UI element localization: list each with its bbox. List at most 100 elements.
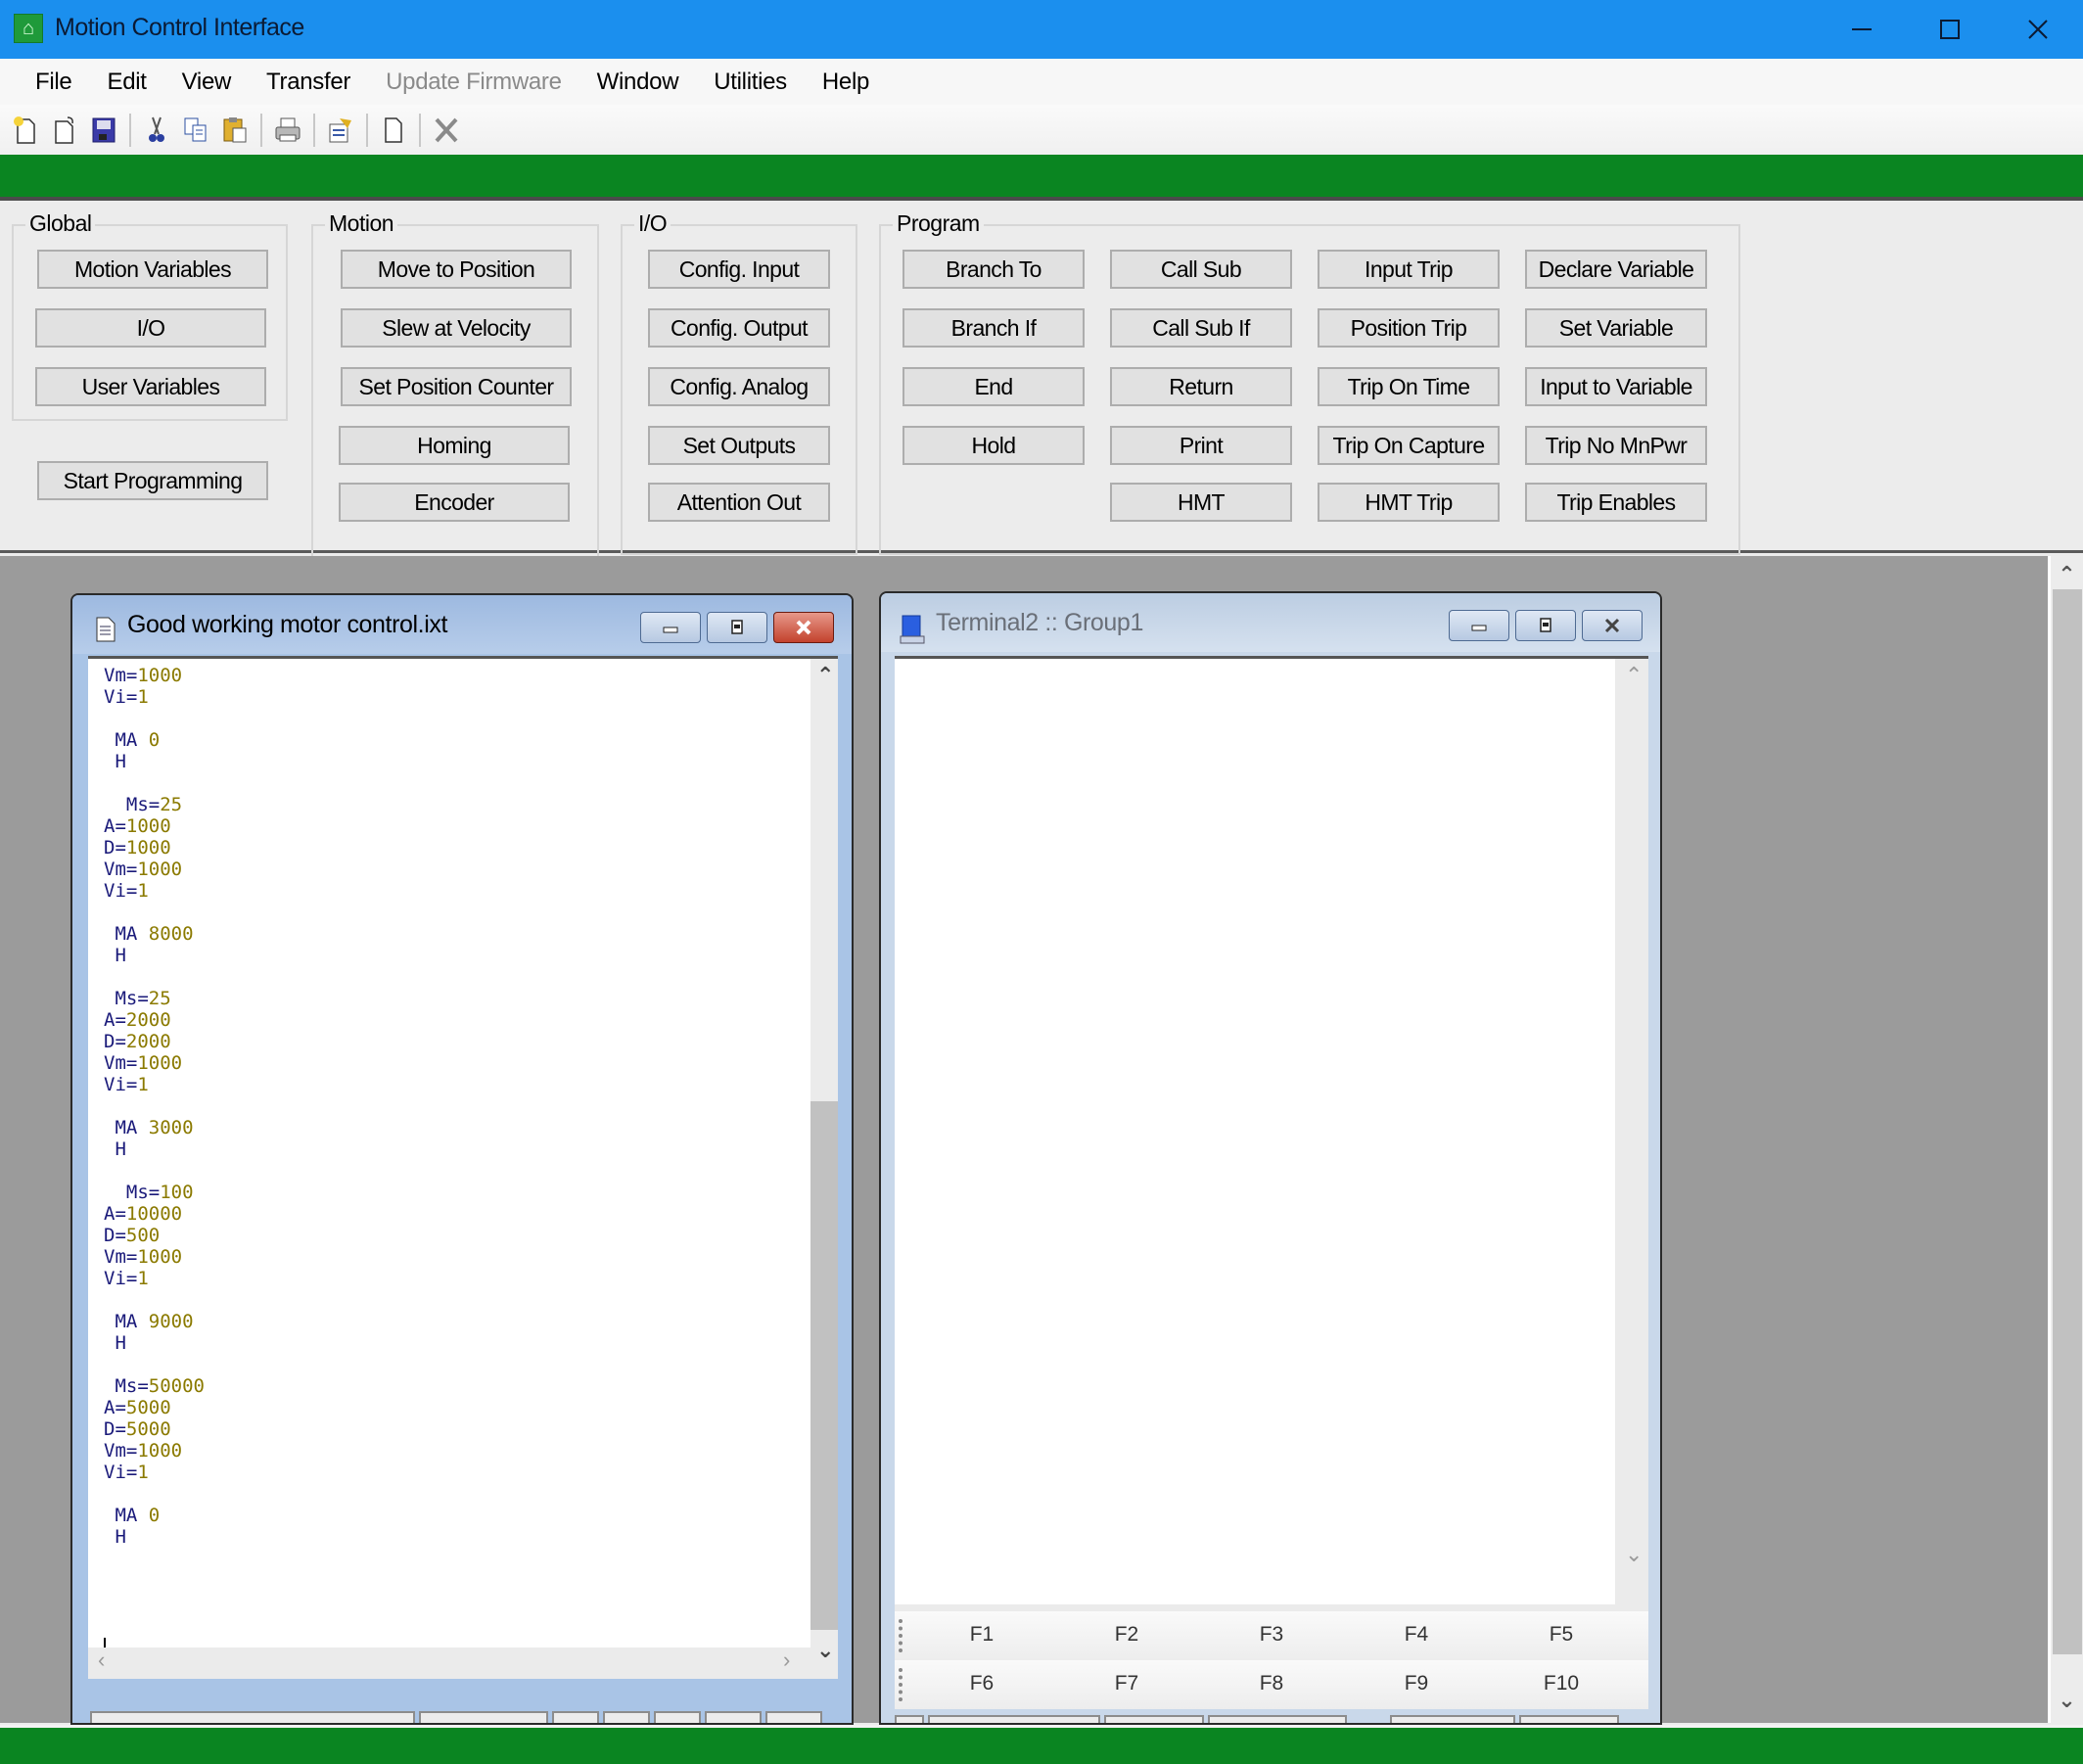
save-button[interactable] <box>84 111 123 150</box>
scroll-down-icon[interactable]: ⌄ <box>816 1638 834 1663</box>
toolbar-grip[interactable] <box>899 1668 903 1701</box>
blank-page-button[interactable] <box>374 111 413 150</box>
menu-window[interactable]: Window <box>579 69 697 96</box>
f2-key[interactable]: F2 <box>1092 1623 1161 1647</box>
terminal-close-button[interactable] <box>1582 610 1643 641</box>
open-file-button[interactable] <box>45 111 84 150</box>
hmt-button[interactable]: HMT <box>1110 483 1292 522</box>
maximize-button[interactable] <box>1905 0 1995 59</box>
f5-key[interactable]: F5 <box>1527 1623 1596 1647</box>
declare-variable-button[interactable]: Declare Variable <box>1525 250 1707 289</box>
menu-file[interactable]: File <box>18 69 89 96</box>
f3-key[interactable]: F3 <box>1237 1623 1306 1647</box>
cut-button[interactable] <box>137 111 176 150</box>
menu-update-firmware[interactable]: Update Firmware <box>368 69 579 96</box>
terminal-restore-button[interactable] <box>1515 610 1576 641</box>
editor-scroll-thumb[interactable] <box>810 1101 838 1630</box>
mdi-scroll-thumb[interactable] <box>2053 589 2082 1654</box>
config-analog-button[interactable]: Config. Analog <box>648 367 830 406</box>
f6-key[interactable]: F6 <box>948 1672 1016 1695</box>
minimize-button[interactable] <box>1817 0 1907 59</box>
move-to-position-button[interactable]: Move to Position <box>341 250 572 289</box>
f7-key[interactable]: F7 <box>1092 1672 1161 1695</box>
config-output-button[interactable]: Config. Output <box>648 308 830 348</box>
terminal-vertical-scrollbar[interactable]: ⌃ ⌄ <box>1615 659 1648 1604</box>
set-position-counter-button[interactable]: Set Position Counter <box>341 367 572 406</box>
trip-enables-button[interactable]: Trip Enables <box>1525 483 1707 522</box>
close-icon <box>796 620 811 635</box>
user-variables-button[interactable]: User Variables <box>35 367 266 406</box>
io-button[interactable]: I/O <box>35 308 266 348</box>
toolbar-grip[interactable] <box>899 1619 903 1652</box>
homing-button[interactable]: Homing <box>339 426 570 465</box>
scroll-up-icon[interactable]: ⌃ <box>2051 562 2083 587</box>
f1-key[interactable]: F1 <box>948 1623 1016 1647</box>
input-to-variable-button[interactable]: Input to Variable <box>1525 367 1707 406</box>
return-button[interactable]: Return <box>1110 367 1292 406</box>
hold-button[interactable]: Hold <box>903 426 1085 465</box>
attention-out-button[interactable]: Attention Out <box>648 483 830 522</box>
scroll-down-icon[interactable]: ⌄ <box>2051 1688 2083 1713</box>
call-sub-if-button[interactable]: Call Sub If <box>1110 308 1292 348</box>
scroll-up-icon[interactable]: ⌃ <box>816 663 834 688</box>
menu-help[interactable]: Help <box>805 69 887 96</box>
toolbar-separator <box>260 113 262 147</box>
scroll-down-icon[interactable]: ⌄ <box>1625 1542 1643 1567</box>
trip-no-mnpwr-button[interactable]: Trip No MnPwr <box>1525 426 1707 465</box>
editor-horizontal-scrollbar[interactable]: ‹ › <box>88 1648 810 1679</box>
f4-key[interactable]: F4 <box>1382 1623 1451 1647</box>
terminal-output[interactable]: ⌃ ⌄ ‹ › <box>895 656 1648 1664</box>
mdi-vertical-scrollbar[interactable]: ⌃ ⌄ <box>2048 556 2083 1723</box>
config-input-button[interactable]: Config. Input <box>648 250 830 289</box>
encoder-button[interactable]: Encoder <box>339 483 570 522</box>
close-icon <box>1604 618 1620 633</box>
copy-button[interactable] <box>176 111 215 150</box>
menu-edit[interactable]: Edit <box>89 69 163 96</box>
editor-close-button[interactable] <box>773 612 834 643</box>
code-line: Vm=1000 <box>104 1246 205 1268</box>
properties-button[interactable] <box>321 111 360 150</box>
paste-button[interactable] <box>215 111 255 150</box>
scroll-right-icon[interactable]: › <box>783 1648 790 1673</box>
delete-button[interactable] <box>427 111 466 150</box>
new-file-button[interactable] <box>6 111 45 150</box>
menu-transfer[interactable]: Transfer <box>249 69 368 96</box>
code-lines: Vm=1000 Vi=1 MA 0 H Ms=25 A=1000 D=1000 Vm=1… <box>104 665 205 1548</box>
scroll-left-icon[interactable]: ‹ <box>98 1648 105 1673</box>
motion-variables-button[interactable]: Motion Variables <box>37 250 268 289</box>
start-programming-button[interactable]: Start Programming <box>37 461 268 500</box>
f9-key[interactable]: F9 <box>1382 1672 1451 1695</box>
call-sub-button[interactable]: Call Sub <box>1110 250 1292 289</box>
code-keyword: H <box>115 751 126 772</box>
set-outputs-button[interactable]: Set Outputs <box>648 426 830 465</box>
trip-on-capture-button[interactable]: Trip On Capture <box>1318 426 1500 465</box>
code-editor[interactable]: Vm=1000 Vi=1 MA 0 H Ms=25 A=1000 D=1000 Vm=1… <box>88 656 838 1679</box>
restore-icon <box>731 620 743 634</box>
hmt-trip-button[interactable]: HMT Trip <box>1318 483 1500 522</box>
input-trip-button[interactable]: Input Trip <box>1318 250 1500 289</box>
editor-vertical-scrollbar[interactable]: ⌃ ⌄ <box>810 659 838 1679</box>
branch-to-button[interactable]: Branch To <box>903 250 1085 289</box>
editor-window-titlebar[interactable]: Good working motor control.ixt <box>72 595 852 654</box>
close-button[interactable] <box>1993 0 2083 59</box>
menu-utilities[interactable]: Utilities <box>696 69 805 96</box>
code-value: 2000 <box>125 1009 171 1031</box>
code-line: A=10000 <box>104 1203 205 1225</box>
f8-key[interactable]: F8 <box>1237 1672 1306 1695</box>
code-line: Ms=100 <box>104 1182 205 1203</box>
print-button[interactable]: Print <box>1110 426 1292 465</box>
terminal-window-titlebar[interactable]: Terminal2 :: Group1 <box>881 593 1660 652</box>
f10-key[interactable]: F10 <box>1527 1672 1596 1695</box>
menu-view[interactable]: View <box>164 69 249 96</box>
scroll-up-icon[interactable]: ⌃ <box>1625 663 1643 688</box>
editor-minimize-button[interactable] <box>640 612 701 643</box>
slew-at-velocity-button[interactable]: Slew at Velocity <box>341 308 572 348</box>
terminal-minimize-button[interactable] <box>1449 610 1509 641</box>
branch-if-button[interactable]: Branch If <box>903 308 1085 348</box>
set-variable-button[interactable]: Set Variable <box>1525 308 1707 348</box>
editor-restore-button[interactable] <box>707 612 767 643</box>
trip-on-time-button[interactable]: Trip On Time <box>1318 367 1500 406</box>
print-button[interactable] <box>268 111 307 150</box>
position-trip-button[interactable]: Position Trip <box>1318 308 1500 348</box>
end-button[interactable]: End <box>903 367 1085 406</box>
